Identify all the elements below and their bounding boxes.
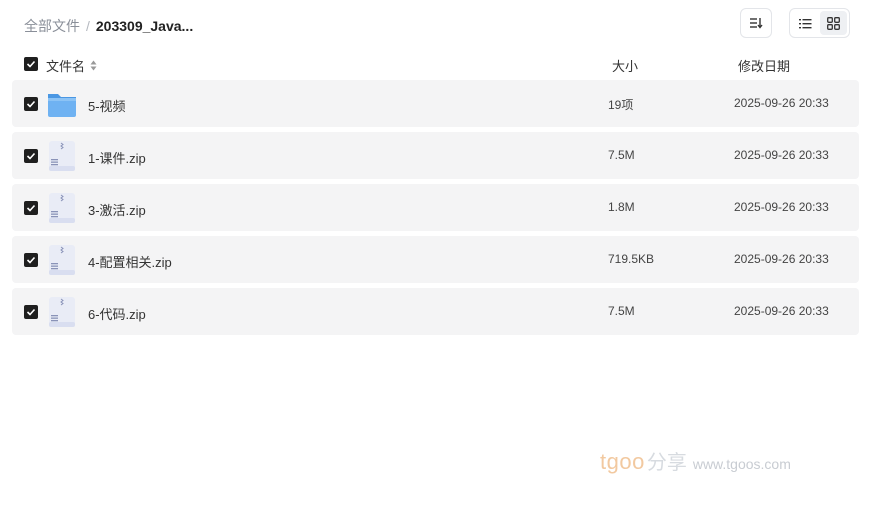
size-column-header[interactable]: 大小 bbox=[612, 56, 638, 75]
table-row[interactable]: 3-激活.zip 1.8M 2025-09-26 20:33 bbox=[12, 184, 859, 231]
date-column-header[interactable]: 修改日期 bbox=[738, 56, 790, 75]
watermark-brand: tgoo bbox=[600, 449, 645, 474]
checkmark-icon bbox=[26, 100, 36, 108]
list-view-icon bbox=[799, 18, 812, 28]
file-name[interactable]: 3-激活.zip bbox=[88, 200, 146, 219]
zip-file-icon bbox=[49, 141, 75, 171]
folder-icon bbox=[48, 94, 76, 117]
file-size: 719.5KB bbox=[608, 252, 655, 266]
table-header: 文件名 大小 修改日期 bbox=[0, 50, 874, 78]
file-date: 2025-09-26 20:33 bbox=[734, 200, 829, 214]
breadcrumb: 全部文件 / 203309_Java... bbox=[24, 16, 193, 36]
file-date: 2025-09-26 20:33 bbox=[734, 148, 829, 162]
file-name[interactable]: 1-课件.zip bbox=[88, 148, 146, 167]
file-size: 7.5M bbox=[608, 148, 635, 162]
checkmark-icon bbox=[26, 204, 36, 212]
file-date: 2025-09-26 20:33 bbox=[734, 304, 829, 318]
name-column-header[interactable]: 文件名 bbox=[46, 56, 97, 75]
table-row[interactable]: 1-课件.zip 7.5M 2025-09-26 20:33 bbox=[12, 132, 859, 179]
name-column-label: 文件名 bbox=[46, 59, 86, 74]
breadcrumb-separator: / bbox=[86, 18, 90, 34]
grid-view-button[interactable] bbox=[820, 11, 847, 35]
table-row[interactable]: 6-代码.zip 7.5M 2025-09-26 20:33 bbox=[12, 288, 859, 335]
sort-toggle-icon bbox=[90, 60, 97, 71]
file-name[interactable]: 4-配置相关.zip bbox=[88, 252, 172, 271]
checkmark-icon bbox=[26, 60, 36, 68]
list-view-button[interactable] bbox=[792, 11, 819, 35]
select-all-checkbox[interactable] bbox=[24, 57, 38, 71]
view-toggle bbox=[789, 8, 850, 38]
file-name[interactable]: 5-视频 bbox=[88, 96, 126, 115]
zip-file-icon bbox=[49, 193, 75, 223]
breadcrumb-root-link[interactable]: 全部文件 bbox=[24, 16, 80, 36]
checkmark-icon bbox=[26, 152, 36, 160]
watermark-share: 分享 bbox=[646, 452, 687, 474]
file-name[interactable]: 6-代码.zip bbox=[88, 304, 146, 323]
file-size: 1.8M bbox=[608, 200, 635, 214]
zip-file-icon bbox=[49, 245, 75, 275]
row-checkbox[interactable] bbox=[24, 97, 38, 111]
checkmark-icon bbox=[26, 256, 36, 264]
watermark: tgoo 分享 www.tgoos.com bbox=[600, 446, 791, 475]
sort-button[interactable] bbox=[740, 8, 772, 38]
table-row[interactable]: 4-配置相关.zip 719.5KB 2025-09-26 20:33 bbox=[12, 236, 859, 283]
table-row[interactable]: 5-视频 19项 2025-09-26 20:33 bbox=[12, 80, 859, 127]
sort-list-icon bbox=[750, 18, 763, 29]
row-checkbox[interactable] bbox=[24, 253, 38, 267]
zip-file-icon bbox=[49, 297, 75, 327]
top-bar: 全部文件 / 203309_Java... bbox=[0, 0, 874, 48]
file-date: 2025-09-26 20:33 bbox=[734, 252, 829, 266]
row-checkbox[interactable] bbox=[24, 149, 38, 163]
grid-view-icon bbox=[827, 16, 840, 30]
file-size: 7.5M bbox=[608, 304, 635, 318]
row-checkbox[interactable] bbox=[24, 201, 38, 215]
checkmark-icon bbox=[26, 308, 36, 316]
file-date: 2025-09-26 20:33 bbox=[734, 96, 829, 110]
row-checkbox[interactable] bbox=[24, 305, 38, 319]
breadcrumb-current: 203309_Java... bbox=[95, 18, 194, 34]
watermark-url: www.tgoos.com bbox=[692, 456, 791, 472]
file-size: 19项 bbox=[608, 98, 634, 112]
